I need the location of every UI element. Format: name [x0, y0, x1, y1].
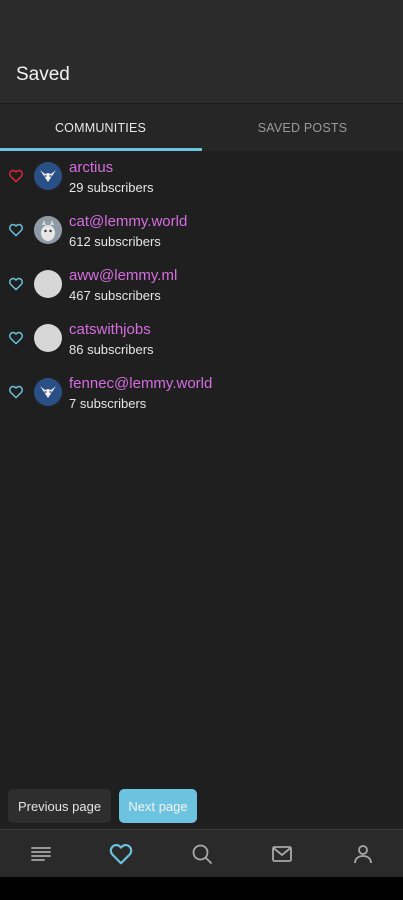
heart-icon[interactable]: [8, 276, 24, 292]
community-row[interactable]: catswithjobs 86 subscribers: [0, 312, 403, 366]
nav-feed[interactable]: [27, 840, 55, 868]
subscriber-count: 29 subscribers: [69, 180, 154, 195]
next-page-button[interactable]: Next page: [119, 789, 197, 823]
community-avatar[interactable]: [34, 378, 62, 406]
heart-icon[interactable]: [8, 222, 24, 238]
community-name[interactable]: aww@lemmy.ml: [69, 267, 177, 284]
tab-saved-posts[interactable]: SAVED POSTS: [202, 104, 403, 151]
page-title: Saved: [16, 64, 70, 85]
community-row[interactable]: arctius 29 subscribers: [0, 150, 403, 204]
community-row[interactable]: aww@lemmy.ml 467 subscribers: [0, 258, 403, 312]
previous-page-button[interactable]: Previous page: [8, 789, 111, 823]
bottom-navigation: [0, 829, 403, 878]
community-name[interactable]: catswithjobs: [69, 321, 151, 338]
community-avatar[interactable]: [34, 162, 62, 190]
community-row[interactable]: fennec@lemmy.world 7 subscribers: [0, 366, 403, 420]
subscriber-count: 612 subscribers: [69, 234, 161, 249]
community-row[interactable]: cat@lemmy.world 612 subscribers: [0, 204, 403, 258]
app-header: Saved: [0, 0, 403, 103]
community-name[interactable]: cat@lemmy.world: [69, 213, 187, 230]
community-name[interactable]: arctius: [69, 159, 113, 176]
community-list: arctius 29 subscribers cat@lemmy.world 6…: [0, 150, 403, 420]
heart-icon[interactable]: [8, 384, 24, 400]
system-navigation-bar: [0, 877, 403, 900]
nav-inbox[interactable]: [268, 840, 296, 868]
subscriber-count: 86 subscribers: [69, 342, 154, 357]
community-avatar[interactable]: [34, 216, 62, 244]
heart-icon[interactable]: [8, 330, 24, 346]
nav-saved[interactable]: [107, 840, 135, 868]
heart-icon[interactable]: [8, 168, 24, 184]
profile-icon: [354, 845, 372, 864]
search-icon: [192, 844, 212, 864]
subscriber-count: 7 subscribers: [69, 396, 147, 411]
nav-search[interactable]: [188, 840, 216, 868]
heart-icon: [109, 843, 133, 865]
community-name[interactable]: fennec@lemmy.world: [69, 375, 212, 392]
subscriber-count: 467 subscribers: [69, 288, 161, 303]
tab-communities[interactable]: COMMUNITIES: [0, 104, 201, 151]
nav-profile[interactable]: [349, 840, 377, 868]
community-avatar[interactable]: [34, 270, 62, 298]
mail-icon: [272, 846, 292, 862]
community-avatar[interactable]: [34, 324, 62, 352]
tab-bar: COMMUNITIES SAVED POSTS: [0, 103, 403, 151]
menu-icon: [31, 847, 51, 861]
